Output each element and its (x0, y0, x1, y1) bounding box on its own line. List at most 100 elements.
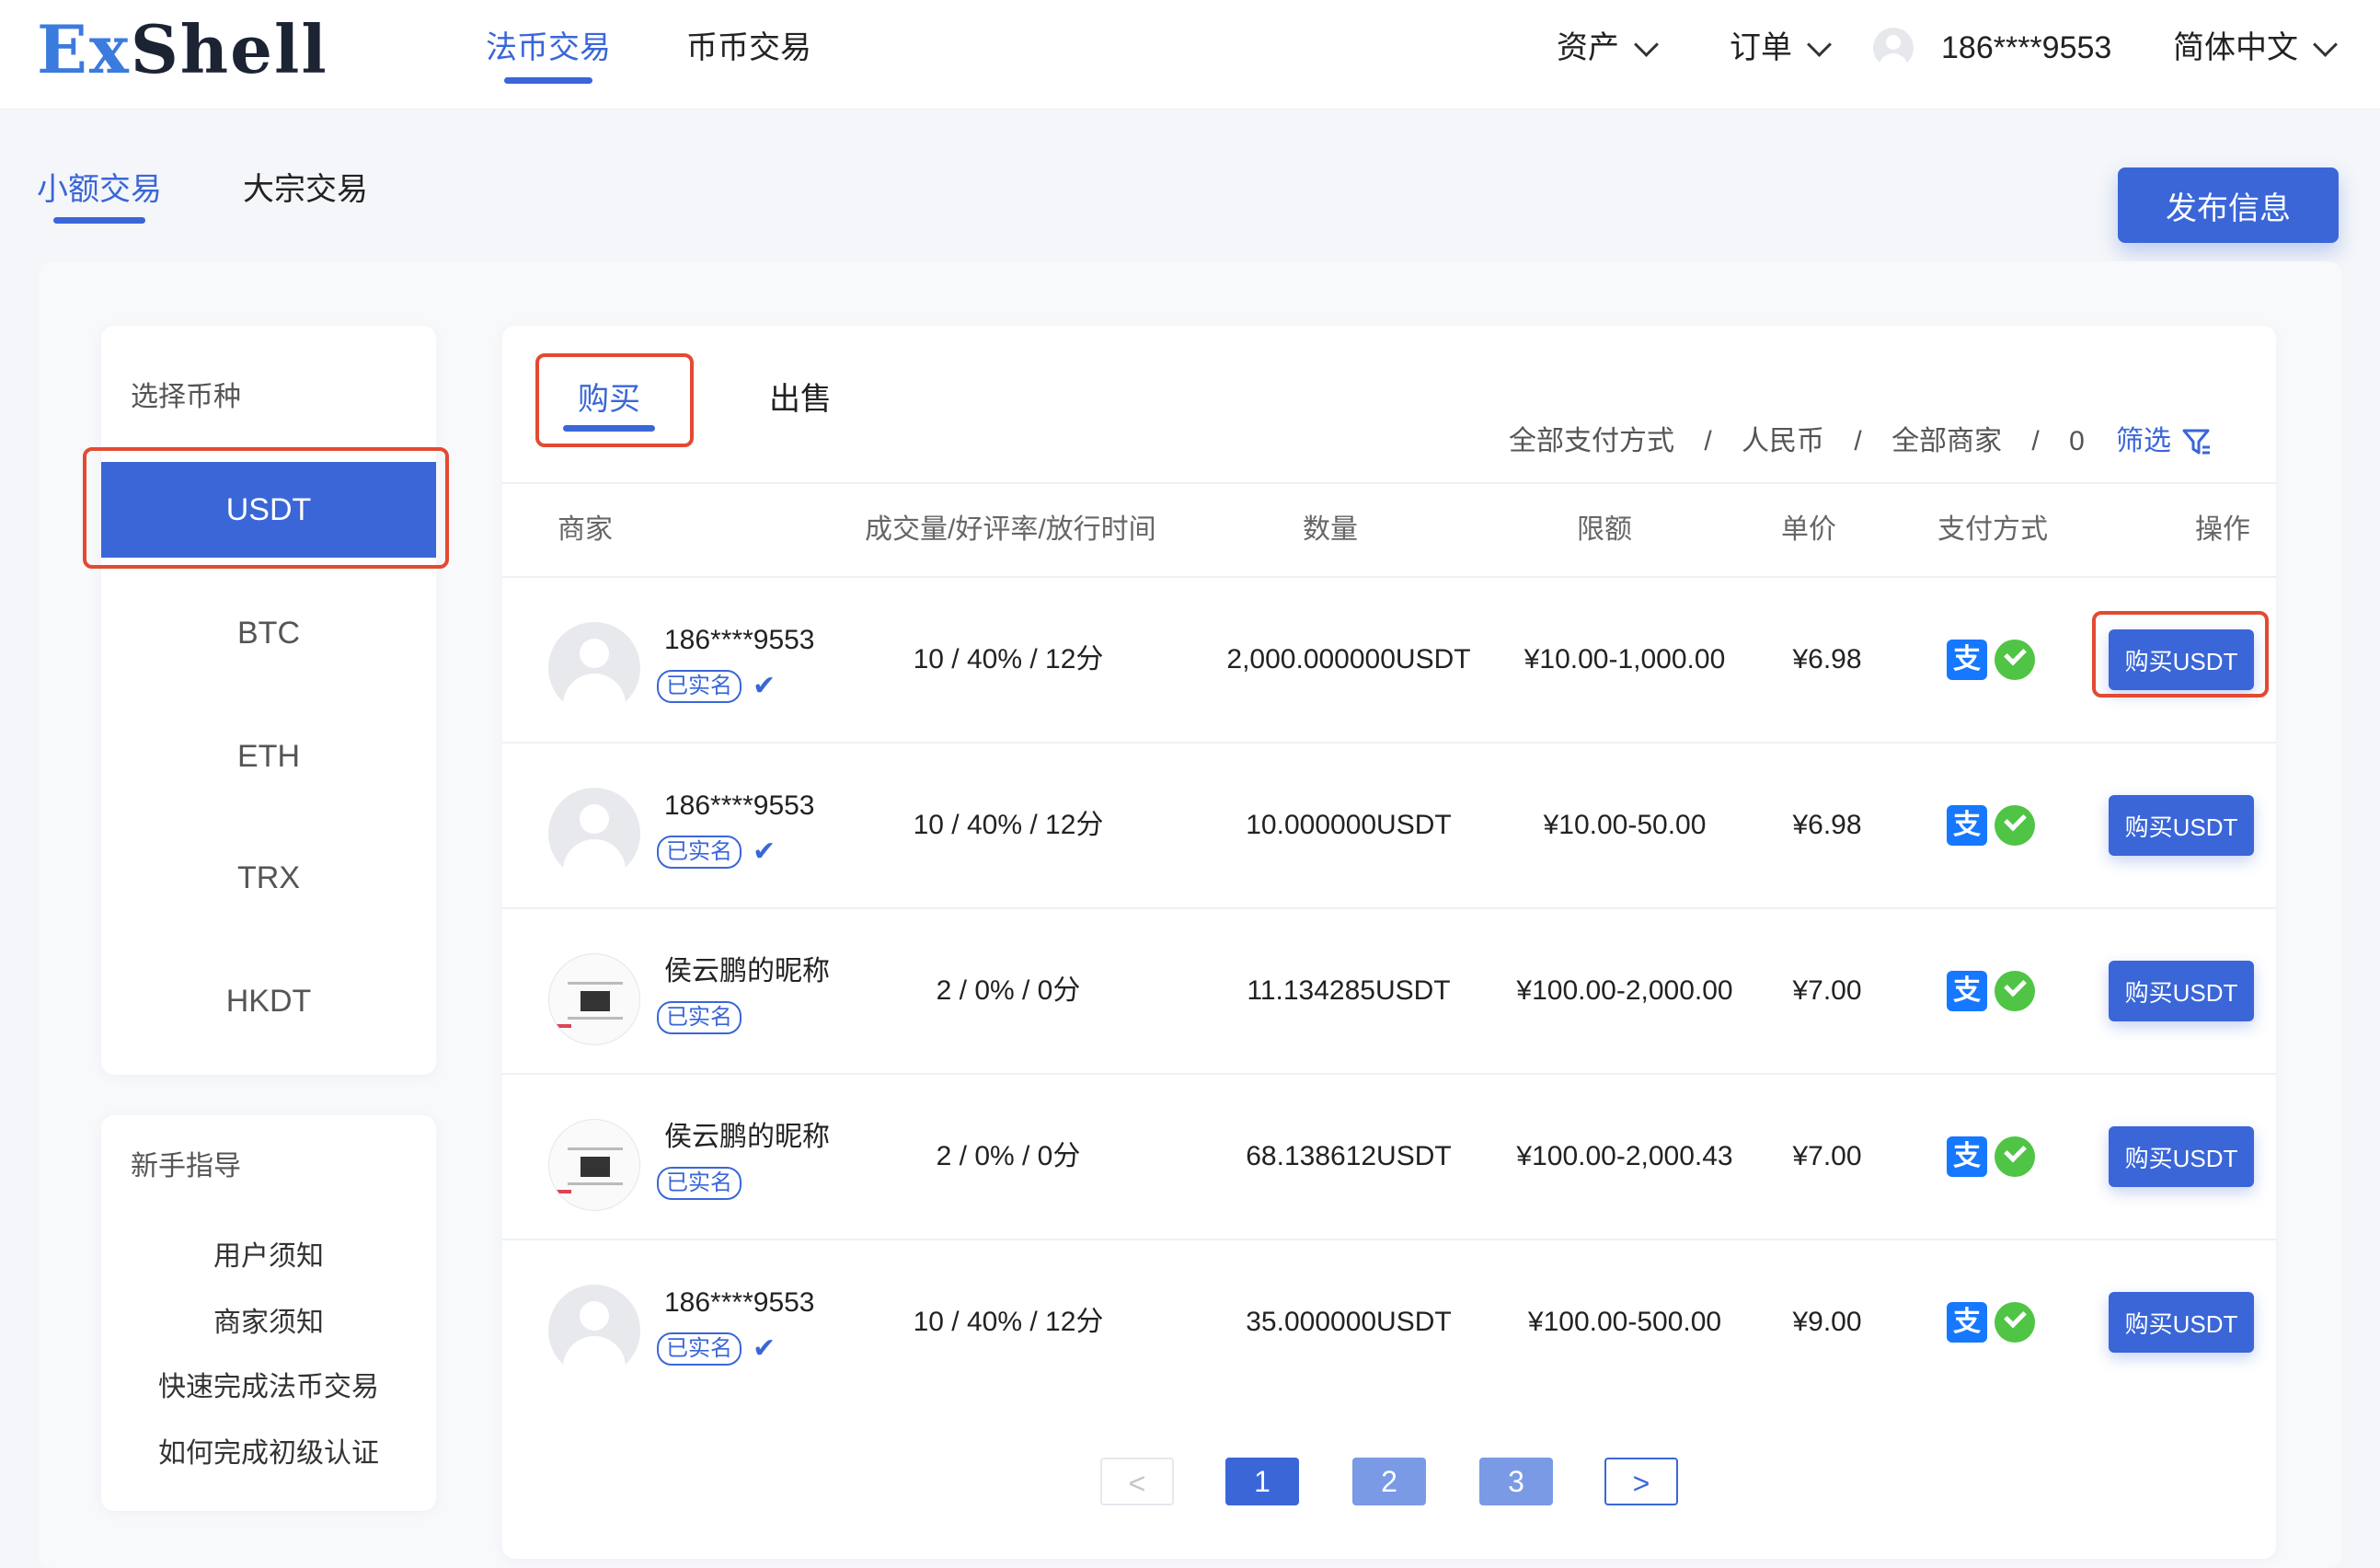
filter-separator: / (1854, 426, 1862, 456)
amount: 11.134285USDT (1247, 975, 1451, 1006)
assets-menu[interactable]: 资产 (1557, 26, 1659, 70)
verified-badge: 已实名 (657, 1001, 742, 1034)
subtab-small-trade[interactable]: 小额交易 (37, 167, 162, 224)
unit-price: ¥6.98 (1792, 644, 1862, 674)
active-tab-underline (563, 425, 655, 432)
filter-button[interactable]: 筛选 (2116, 421, 2213, 462)
merchant-avatar-qr (548, 1119, 640, 1211)
amount: 68.138612USDT (1246, 1141, 1452, 1171)
table-row: 186****9553 已实名 ✔ 10 / 40% / 12分 35.0000… (502, 1240, 2276, 1404)
coin-item-btc[interactable]: BTC (101, 585, 436, 681)
tab-buy[interactable]: 购买 (563, 377, 655, 432)
alipay-icon: 支 (1947, 1136, 1987, 1177)
wechat-pay-icon (1995, 1136, 2035, 1177)
nav-tab-coin-trading[interactable]: 币币交易 (686, 26, 811, 70)
chevron-down-icon (2313, 31, 2338, 57)
orders-label: 订单 (1730, 30, 1792, 65)
wechat-pay-icon (1995, 805, 2035, 846)
buy-usdt-button[interactable]: 购买USDT (2109, 1292, 2254, 1353)
coin-selector-title: 选择币种 (131, 382, 241, 412)
guide-link-merchant-notice[interactable]: 商家须知 (101, 1305, 436, 1342)
header-price: 单价 (1781, 514, 1836, 545)
filter-merchant[interactable]: 全部商家 (1891, 426, 2002, 456)
pagination-prev-button[interactable]: < (1100, 1458, 1174, 1505)
coin-item-usdt[interactable]: USDT (101, 462, 436, 558)
verified-check-icon: ✔ (753, 836, 776, 867)
unit-price: ¥9.00 (1792, 1307, 1862, 1337)
merchant-name[interactable]: 186****9553 (664, 1285, 815, 1321)
verified-badge: 已实名 (657, 1332, 742, 1366)
filter-button-label: 筛选 (2116, 426, 2171, 456)
trade-stats: 2 / 0% / 0分 (936, 1141, 1081, 1171)
nav-tab-fiat-trading[interactable]: 法币交易 (486, 26, 611, 84)
merchant-name[interactable]: 186****9553 (664, 622, 815, 659)
alipay-icon: 支 (1947, 1302, 1987, 1343)
orders-menu[interactable]: 订单 (1730, 26, 1832, 70)
guide-link-quick-fiat-trade[interactable]: 快速完成法币交易 (101, 1369, 436, 1406)
user-menu[interactable]: 186****9553 (1873, 26, 2111, 70)
filter-currency[interactable]: 人民币 (1742, 426, 1824, 456)
buy-usdt-button[interactable]: 购买USDT (2109, 961, 2254, 1021)
pagination-next-button[interactable]: > (1604, 1458, 1678, 1505)
buy-usdt-button[interactable]: 购买USDT (2109, 1126, 2254, 1187)
pagination-page-3[interactable]: 3 (1479, 1458, 1553, 1505)
guide-title: 新手指导 (131, 1151, 241, 1182)
active-subtab-underline (53, 217, 145, 224)
subtab-label: 大宗交易 (243, 172, 368, 207)
trade-stats: 2 / 0% / 0分 (936, 975, 1081, 1006)
header-merchant: 商家 (558, 514, 613, 545)
publish-info-button[interactable]: 发布信息 (2118, 167, 2339, 243)
exshell-logo[interactable]: ExShell (37, 17, 328, 83)
amount: 10.000000USDT (1246, 810, 1452, 840)
coin-item-eth[interactable]: ETH (101, 709, 436, 804)
verified-check-icon: ✔ (753, 1333, 776, 1364)
filter-count: 0 (2069, 426, 2085, 456)
merchant-name[interactable]: 侯云鹏的昵称 (664, 953, 830, 990)
alipay-icon: 支 (1947, 640, 1987, 680)
buy-usdt-button[interactable]: 购买USDT (2109, 795, 2254, 856)
limit: ¥100.00-2,000.43 (1516, 1141, 1733, 1171)
tab-sell[interactable]: 出售 (769, 377, 832, 421)
table-row: 侯云鹏的昵称 已实名 2 / 0% / 0分 68.138612USDT ¥10… (502, 1075, 2276, 1239)
verified-check-icon: ✔ (753, 671, 776, 701)
guide-link-basic-verification[interactable]: 如何完成初级认证 (101, 1435, 436, 1472)
wechat-pay-icon (1995, 640, 2035, 680)
trade-stats: 10 / 40% / 12分 (913, 644, 1104, 674)
merchant-avatar (548, 622, 640, 714)
wechat-pay-icon (1995, 971, 2035, 1011)
pagination-page-2[interactable]: 2 (1352, 1458, 1426, 1505)
active-tab-underline (504, 77, 592, 84)
limit: ¥100.00-2,000.00 (1516, 975, 1733, 1006)
coin-item-trx[interactable]: TRX (101, 830, 436, 926)
language-selector[interactable]: 简体中文 (2173, 26, 2338, 70)
chevron-down-icon (1807, 31, 1832, 57)
merchant-name[interactable]: 186****9553 (664, 788, 815, 824)
alipay-icon: 支 (1947, 971, 1987, 1011)
merchant-avatar (548, 1285, 640, 1377)
header-payment: 支付方式 (1937, 514, 2048, 545)
nav-tab-label: 币币交易 (686, 30, 811, 65)
alipay-icon: 支 (1947, 805, 1987, 846)
amount: 35.000000USDT (1246, 1307, 1452, 1337)
verified-badge: 已实名 (657, 836, 742, 869)
filter-payment-method[interactable]: 全部支付方式 (1509, 426, 1674, 456)
logo-text-ex: Ex (37, 10, 131, 88)
divider (502, 482, 2276, 484)
subtab-bulk-trade[interactable]: 大宗交易 (243, 167, 368, 212)
trade-stats: 10 / 40% / 12分 (913, 1307, 1104, 1337)
nav-tab-label: 法币交易 (486, 30, 611, 65)
coin-item-hkdt[interactable]: HKDT (101, 953, 436, 1049)
pagination-page-1[interactable]: 1 (1225, 1458, 1299, 1505)
merchant-avatar (548, 788, 640, 880)
top-navbar: ExShell 法币交易 币币交易 资产 订单 186****9553 简体中文 (0, 0, 2380, 110)
limit: ¥100.00-500.00 (1527, 1307, 1722, 1337)
wechat-pay-icon (1995, 1302, 2035, 1343)
buy-usdt-button[interactable]: 购买USDT (2109, 629, 2254, 690)
trade-stats: 10 / 40% / 12分 (913, 810, 1104, 840)
guide-link-user-notice[interactable]: 用户须知 (101, 1239, 436, 1275)
merchant-name[interactable]: 侯云鹏的昵称 (664, 1119, 830, 1156)
user-phone: 186****9553 (1941, 30, 2112, 65)
tab-label: 购买 (578, 382, 640, 417)
unit-price: ¥7.00 (1792, 975, 1862, 1006)
amount: 2,000.000000USDT (1226, 644, 1471, 674)
